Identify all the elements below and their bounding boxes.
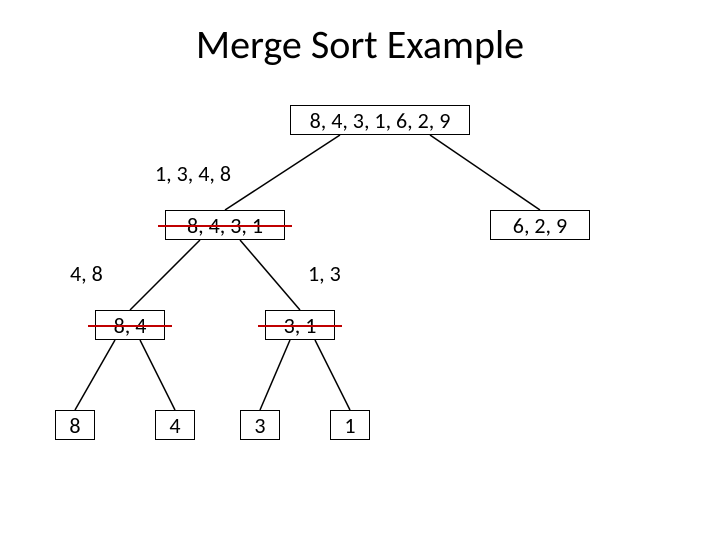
merged-label-l2a: 4, 8 <box>70 260 103 287</box>
node-l1-right: 6, 2, 9 <box>490 210 590 240</box>
strike-l2-a <box>88 325 172 327</box>
merged-label-root-left: 1, 3, 4, 8 <box>155 160 231 187</box>
node-leaf-8: 8 <box>55 410 95 440</box>
strike-l2-b <box>258 325 342 327</box>
node-leaf-3: 3 <box>240 410 280 440</box>
strike-l1-left <box>158 225 292 227</box>
node-root: 8, 4, 3, 1, 6, 2, 9 <box>290 105 470 135</box>
node-leaf-1: 1 <box>330 410 370 440</box>
node-leaf-4: 4 <box>155 410 195 440</box>
page-title: Merge Sort Example <box>0 20 720 69</box>
merged-label-l2b: 1, 3 <box>308 260 341 287</box>
connector-lines <box>0 0 720 540</box>
